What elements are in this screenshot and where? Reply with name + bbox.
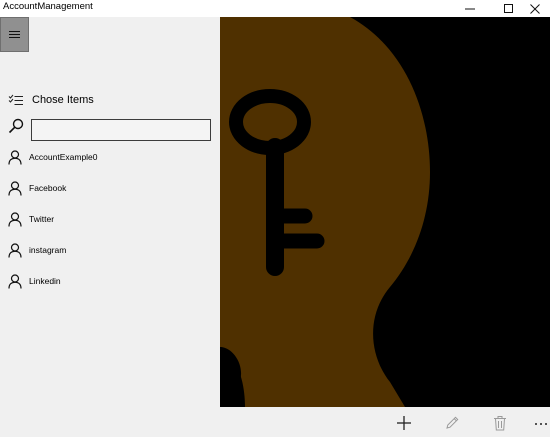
- close-button[interactable]: [520, 0, 550, 17]
- more-button[interactable]: [528, 411, 550, 435]
- trash-icon: [494, 416, 506, 431]
- app-window: AccountManagement Chose Items AccountExa…: [0, 0, 550, 437]
- account-label: Linkedin: [29, 276, 61, 286]
- person-icon: [8, 273, 22, 289]
- app-bar: [0, 407, 550, 437]
- hamburger-icon: [9, 31, 20, 38]
- add-button[interactable]: [391, 411, 417, 435]
- plus-icon: [397, 416, 411, 430]
- account-item-instagram[interactable]: instagram: [8, 241, 213, 259]
- sidebar: Chose Items AccountExample0 Facebook Twi…: [0, 17, 220, 407]
- pencil-icon: [446, 416, 459, 429]
- account-label: instagram: [29, 245, 67, 255]
- account-item-accountexample0[interactable]: AccountExample0: [8, 148, 213, 166]
- account-item-facebook[interactable]: Facebook: [8, 179, 213, 197]
- edit-button[interactable]: [439, 411, 465, 435]
- menu-button[interactable]: [0, 17, 29, 52]
- close-icon: [530, 3, 540, 14]
- minimize-icon: [465, 8, 475, 9]
- person-icon: [8, 180, 22, 196]
- maximize-icon: [504, 3, 513, 13]
- account-label: Twitter: [29, 214, 55, 224]
- person-icon: [8, 211, 22, 227]
- minimize-button[interactable]: [455, 0, 485, 17]
- account-label: AccountExample0: [29, 152, 98, 162]
- window-title: AccountManagement: [3, 1, 93, 12]
- person-icon: [8, 242, 22, 258]
- hero-image: [220, 17, 550, 407]
- chose-items-label: Chose Items: [32, 94, 94, 106]
- delete-button[interactable]: [487, 411, 513, 435]
- ellipsis-icon: [535, 423, 547, 425]
- search-input[interactable]: [31, 119, 211, 141]
- key-head-illustration: [220, 17, 550, 407]
- account-item-twitter[interactable]: Twitter: [8, 210, 213, 228]
- checklist-icon: [8, 94, 23, 105]
- chose-items-button[interactable]: Chose Items: [8, 92, 94, 108]
- title-bar: AccountManagement: [0, 0, 550, 17]
- account-item-linkedin[interactable]: Linkedin: [8, 272, 213, 290]
- search-icon: [8, 118, 24, 134]
- person-icon: [8, 149, 22, 165]
- account-label: Facebook: [29, 183, 67, 193]
